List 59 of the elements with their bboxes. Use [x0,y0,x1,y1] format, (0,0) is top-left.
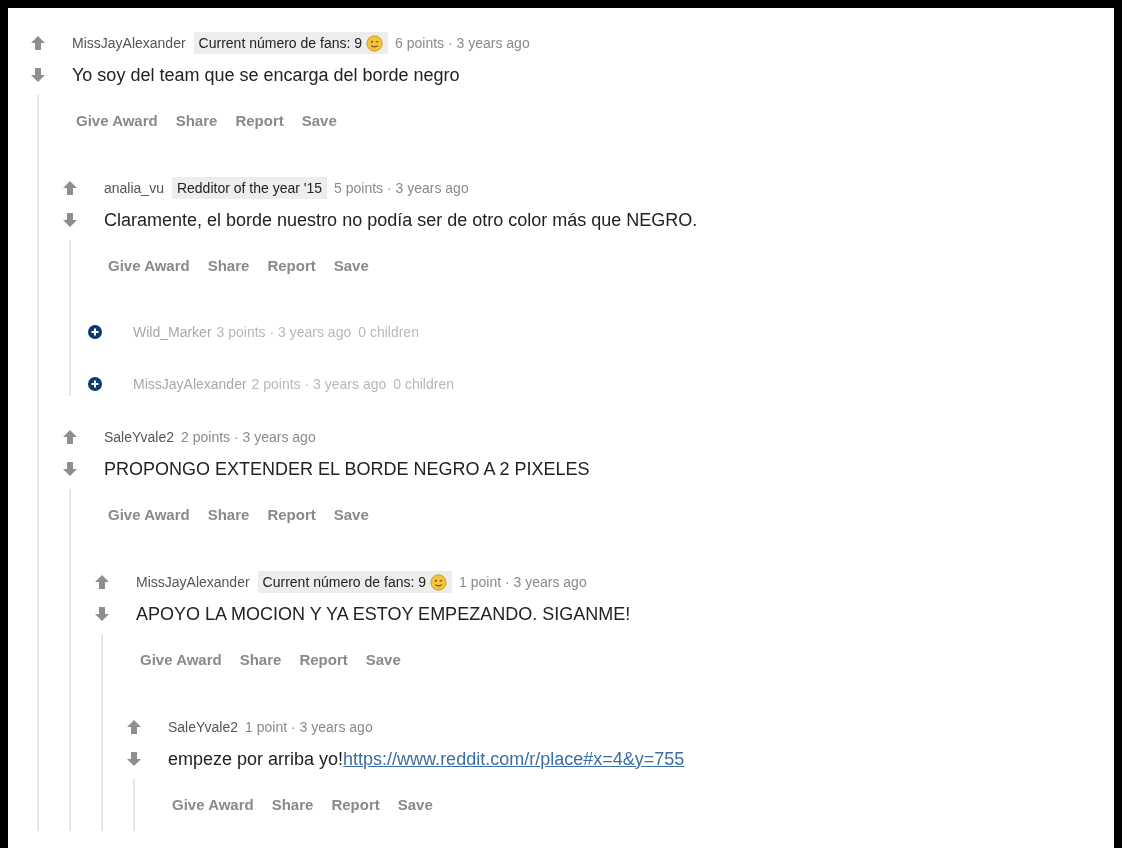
comment-action[interactable]: Share [207,503,250,527]
collapsed-author[interactable]: MissJayAlexander [133,373,247,395]
upvote-icon[interactable] [30,35,46,51]
comment-meta: 3 points · 3 years ago [216,322,352,342]
comment-action[interactable]: Share [175,109,218,133]
downvote-icon[interactable] [30,67,46,83]
comment-action[interactable]: Share [271,793,314,817]
comment-author[interactable]: SaleYvale2 [104,426,175,448]
downvote-icon[interactable] [94,606,110,622]
comment-action[interactable]: Give Award [108,503,190,527]
user-flair: Redditor of the year '15 [171,177,328,199]
collapsed-author[interactable]: Wild_Marker [133,321,212,343]
comment-action[interactable]: Share [207,254,250,278]
comment-action[interactable]: Give Award [108,254,190,278]
comment-meta: 1 point · 3 years ago [459,572,587,592]
comment-author[interactable]: analia_vu [104,177,164,199]
comment-action[interactable]: Report [299,648,348,672]
comment-body: empeze por arriba yo!https://www.reddit.com/r/place#x=4&y=755 [168,747,685,771]
upvote-icon[interactable] [94,574,110,590]
downvote-icon[interactable] [62,212,78,228]
children-count: 0 children [393,374,454,394]
comment-action[interactable]: Save [397,793,433,817]
comment-action[interactable]: Give Award [172,793,254,817]
comment-action[interactable]: Save [365,648,401,672]
downvote-icon[interactable] [62,461,78,477]
upvote-icon[interactable] [62,429,78,445]
comment-author[interactable]: SaleYvale2 [168,716,239,738]
comment-action[interactable]: Give Award [76,109,158,133]
expand-icon[interactable] [88,325,102,339]
expand-icon[interactable] [88,377,102,391]
comment-meta: 5 points · 3 years ago [334,178,469,198]
comment-action[interactable]: Save [333,254,369,278]
upvote-icon[interactable] [62,180,78,196]
comment-meta: 2 points · 3 years ago [251,374,387,394]
comment-link[interactable]: https://www.reddit.com/r/place#x=4&y=755 [343,748,685,769]
downvote-icon[interactable] [126,751,142,767]
user-flair: Current número de fans: 9 [193,32,389,54]
comment-meta: 1 point · 3 years ago [245,717,373,737]
comment-meta: 6 points · 3 years ago [395,33,530,53]
comment-action[interactable]: Report [235,109,284,133]
comment-action[interactable]: Report [331,793,380,817]
smiley-icon [430,573,448,591]
comment-action[interactable]: Save [301,109,337,133]
comment-action[interactable]: Save [333,503,369,527]
comment-author[interactable]: MissJayAlexander [72,32,186,54]
comment-action[interactable]: Give Award [140,648,222,672]
comment-action[interactable]: Report [267,503,316,527]
comment-body: PROPONGO EXTENDER EL BORDE NEGRO A 2 PIXELES [104,457,590,481]
smiley-icon [366,34,384,52]
comment-action[interactable]: Share [239,648,282,672]
comment-body: APOYO LA MOCION Y YA ESTOY EMPEZANDO. SIGANME! [136,602,631,626]
upvote-icon[interactable] [126,719,142,735]
comment-author[interactable]: MissJayAlexander [136,571,250,593]
children-count: 0 children [358,322,419,342]
comment-meta: 2 points · 3 years ago [181,427,316,447]
comment-action[interactable]: Report [267,254,316,278]
comment-body: Yo soy del team que se encarga del borde negro [72,63,460,87]
comment-body: Claramente, el borde nuestro no podía ser de otro color más que NEGRO. [104,208,698,232]
user-flair: Current número de fans: 9 [257,571,453,593]
